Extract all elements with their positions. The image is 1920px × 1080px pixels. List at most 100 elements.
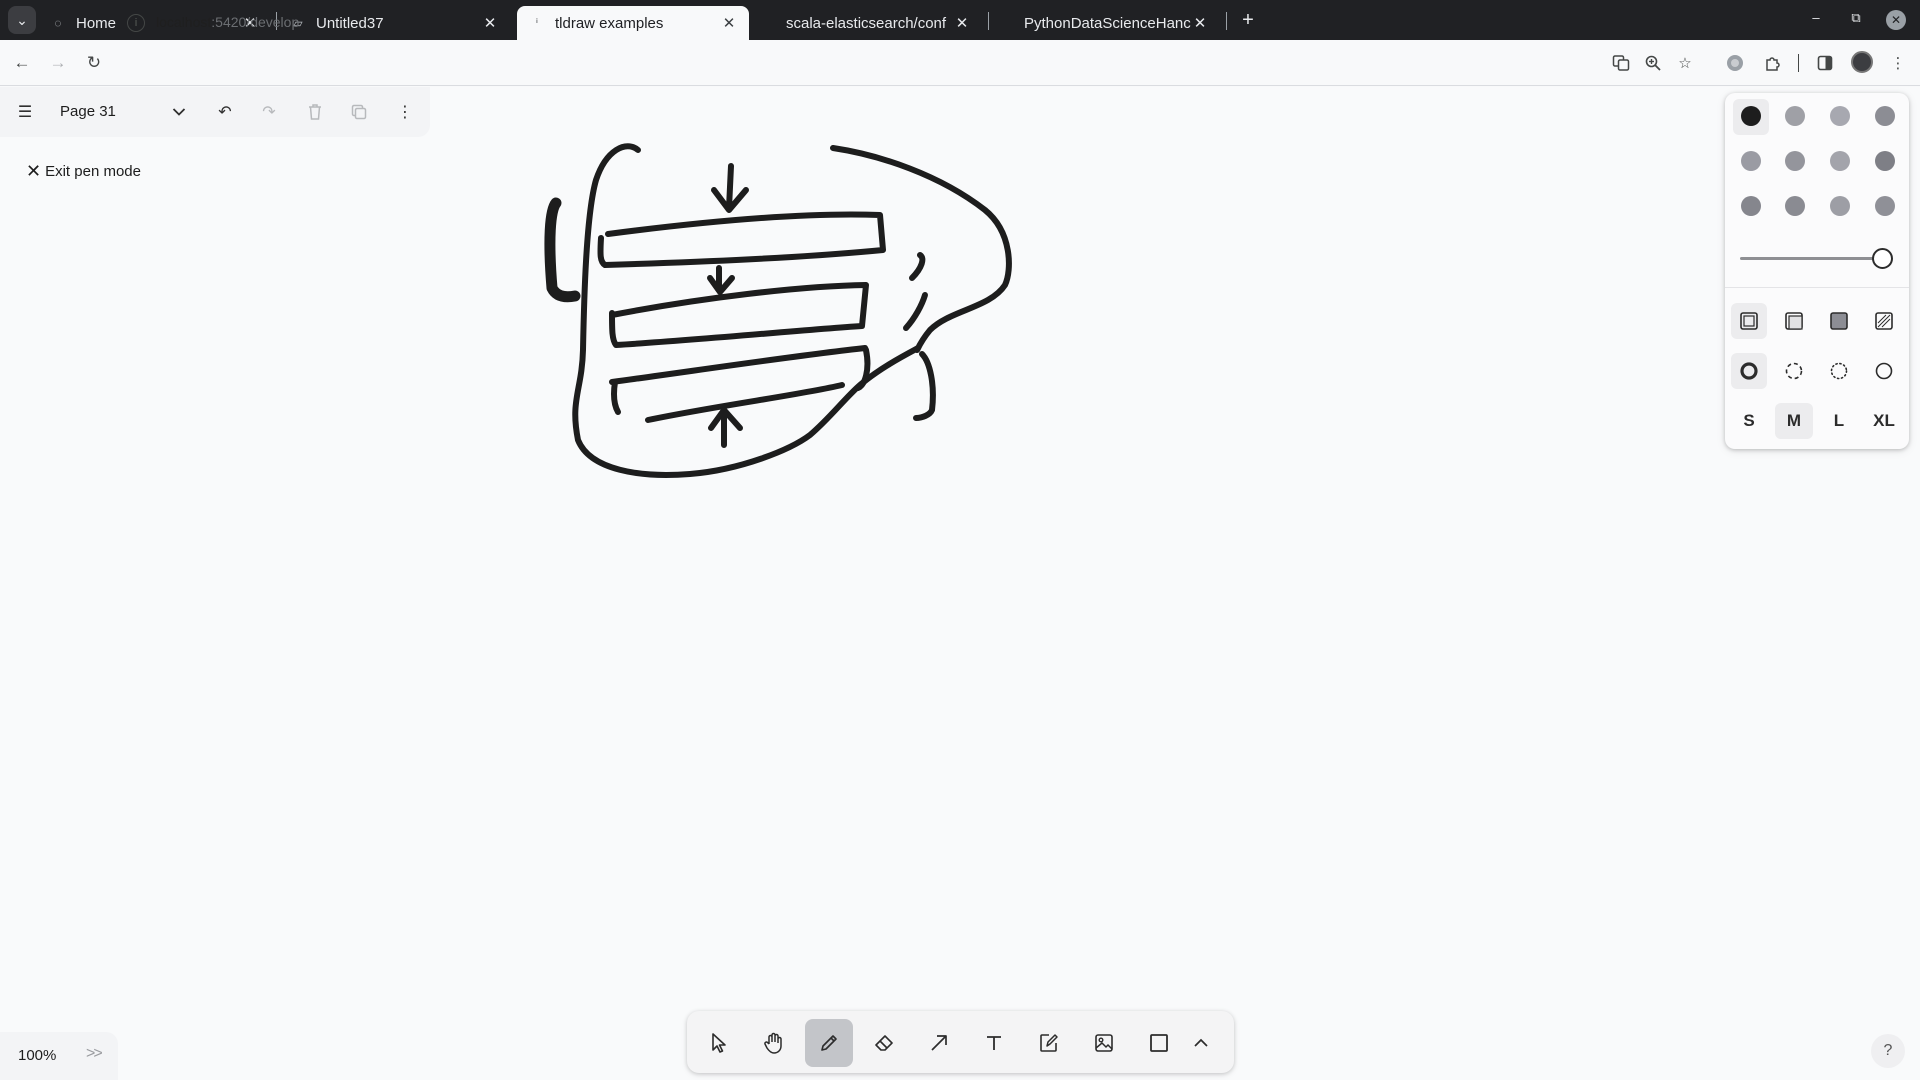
tab-scala-elasticsearch[interactable]: scala-elasticsearch/conf ✕ — [774, 6, 982, 40]
close-icon[interactable]: ✕ — [482, 14, 498, 32]
eraser-icon[interactable] — [860, 1019, 908, 1067]
redo-icon[interactable]: ↷ — [254, 97, 284, 127]
translate-icon[interactable] — [1609, 51, 1633, 75]
bookmark-star-icon[interactable]: ☆ — [1673, 51, 1697, 75]
note-icon[interactable] — [1025, 1019, 1073, 1067]
close-icon[interactable]: ✕ — [954, 14, 970, 32]
left-bracket-stroke — [544, 197, 581, 303]
close-icon: ✕ — [26, 161, 42, 181]
url-path: :5420/develop — [211, 14, 300, 30]
color-swatch[interactable] — [1741, 196, 1761, 216]
style-divider — [1725, 287, 1909, 288]
tab-title: scala-elasticsearch/conf — [786, 14, 947, 32]
color-swatch[interactable] — [1875, 196, 1895, 216]
zoom-level[interactable]: 100% — [18, 1047, 56, 1064]
side-panel-icon[interactable] — [1813, 51, 1837, 75]
color-swatch[interactable] — [1741, 151, 1761, 171]
fill-pattern-icon[interactable] — [1866, 303, 1902, 339]
close-icon[interactable]: ✕ — [1192, 14, 1208, 32]
fill-none-icon[interactable] — [1731, 303, 1767, 339]
reload-button[interactable]: ↻ — [80, 49, 108, 77]
duplicate-icon[interactable] — [344, 97, 374, 127]
hand-icon[interactable] — [750, 1019, 798, 1067]
tools-toolbar — [687, 1011, 1234, 1073]
color-swatch[interactable] — [1785, 106, 1805, 126]
tab-separator — [988, 12, 989, 30]
size-s-button[interactable]: S — [1730, 403, 1768, 439]
opacity-slider-thumb[interactable] — [1872, 248, 1893, 269]
fill-semi-icon[interactable] — [1776, 303, 1812, 339]
right-mark-2-stroke — [903, 292, 928, 331]
size-xl-button[interactable]: XL — [1865, 403, 1903, 439]
tab-untitled37[interactable]: ▱ Untitled37 ✕ — [278, 6, 510, 40]
extensions-puzzle-icon[interactable] — [1761, 51, 1785, 75]
tab-python-data-science[interactable]: PythonDataScienceHanc ✕ — [1012, 6, 1220, 40]
tab-title: tldraw examples — [555, 14, 664, 32]
fill-solid-icon[interactable] — [1821, 303, 1857, 339]
arrow-down-mid-stroke — [707, 265, 735, 295]
back-button[interactable]: ← — [8, 49, 36, 77]
profile-avatar[interactable] — [1851, 51, 1873, 73]
outline-right-stroke — [830, 145, 1012, 353]
undo-icon[interactable]: ↶ — [210, 97, 240, 127]
zoom-icon[interactable] — [1641, 51, 1665, 75]
loading-icon: ◌ — [54, 16, 62, 30]
main-menu-icon[interactable]: ☰ — [10, 97, 40, 127]
color-swatch[interactable] — [1741, 106, 1761, 126]
page-name[interactable]: Page 31 — [60, 103, 116, 120]
rectangle-icon[interactable] — [1135, 1019, 1183, 1067]
trash-icon[interactable] — [300, 97, 330, 127]
size-m-button[interactable]: M — [1775, 403, 1813, 439]
tab-separator — [1226, 12, 1227, 30]
minimap-toggle-icon[interactable]: >> — [86, 1045, 103, 1063]
right-bracket-stroke — [913, 351, 936, 421]
bar-middle-stroke — [609, 282, 869, 348]
color-swatch[interactable] — [1830, 106, 1850, 126]
zoom-panel: 100% >> — [0, 1032, 118, 1080]
arrow-down-top-stroke — [711, 163, 749, 213]
menu-panel: ☰ Page 31 ↶ ↷ ⋮ — [0, 87, 430, 137]
extension-avatar-icon[interactable] — [1723, 51, 1747, 75]
color-swatch[interactable] — [1785, 196, 1805, 216]
opacity-slider-track[interactable] — [1740, 257, 1882, 260]
address-bar[interactable]: localhost:5420/develop — [156, 14, 299, 30]
dash-dashed-icon[interactable] — [1776, 353, 1812, 389]
kebab-menu-icon[interactable]: ⋮ — [1886, 51, 1910, 75]
draw-icon[interactable] — [805, 1019, 853, 1067]
close-icon[interactable]: ✕ — [721, 14, 737, 32]
text-icon[interactable] — [970, 1019, 1018, 1067]
color-swatch[interactable] — [1830, 196, 1850, 216]
bar-bottom-stroke — [645, 382, 845, 423]
tab-tldraw-examples[interactable]: ⁱ tldraw examples ✕ — [517, 6, 749, 40]
site-info-icon[interactable]: i — [127, 14, 145, 32]
size-l-button[interactable]: L — [1820, 403, 1858, 439]
tab-search-button[interactable]: ⌄ — [8, 6, 36, 34]
more-options-icon[interactable]: ⋮ — [390, 97, 420, 127]
style-panel — [1725, 93, 1909, 449]
restore-icon[interactable]: ⧉ — [1846, 10, 1866, 26]
chevron-down-icon[interactable] — [164, 97, 194, 127]
forward-button[interactable]: → — [44, 49, 72, 77]
exit-pen-mode-button[interactable]: ✕ Exit pen mode — [26, 162, 141, 180]
select-icon[interactable] — [695, 1019, 743, 1067]
url-host: localhost — [156, 14, 212, 30]
info-icon: ⁱ — [535, 16, 539, 30]
color-swatch[interactable] — [1875, 151, 1895, 171]
help-button[interactable]: ? — [1871, 1034, 1905, 1068]
dash-dotted-icon[interactable] — [1821, 353, 1857, 389]
color-swatch[interactable] — [1830, 151, 1850, 171]
color-swatch[interactable] — [1875, 106, 1895, 126]
drawing-canvas[interactable] — [0, 87, 1920, 1080]
chevron-up-icon[interactable] — [1179, 1019, 1223, 1067]
dash-draw-icon[interactable] — [1731, 353, 1767, 389]
window-close-button[interactable]: ✕ — [1886, 10, 1906, 30]
dash-solid-icon[interactable] — [1866, 353, 1902, 389]
color-swatch[interactable] — [1785, 151, 1805, 171]
new-tab-button[interactable]: + — [1234, 6, 1262, 34]
drawing-strokes — [544, 143, 1012, 478]
arrow-up-bottom-stroke — [708, 407, 743, 448]
arrow-icon[interactable] — [915, 1019, 963, 1067]
minimize-icon[interactable]: – — [1806, 10, 1826, 25]
image-icon[interactable] — [1080, 1019, 1128, 1067]
tab-title: Untitled37 — [316, 14, 384, 32]
